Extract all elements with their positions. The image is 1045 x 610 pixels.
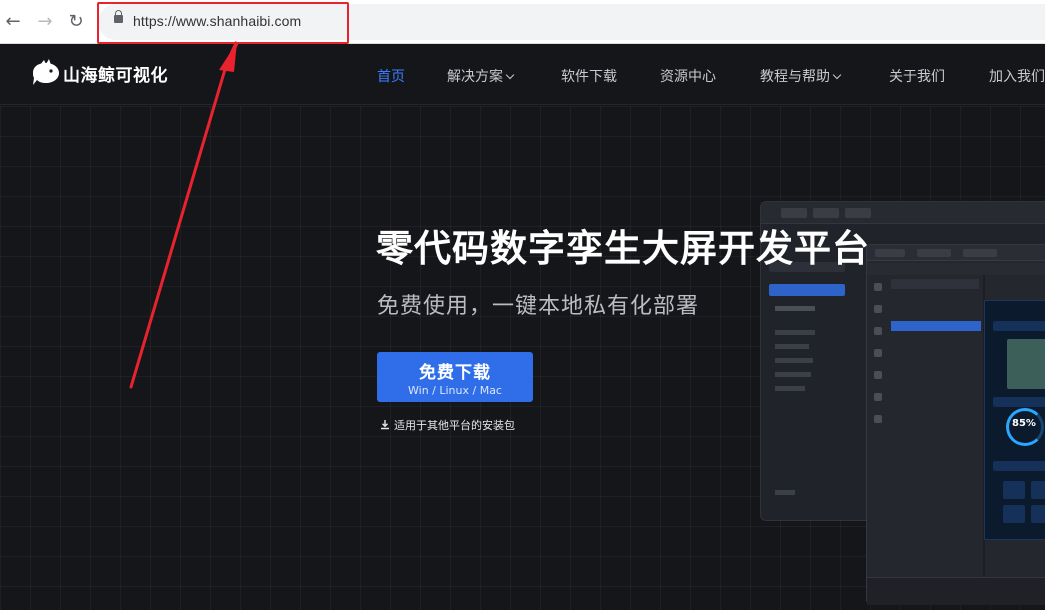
mock-footer [867,577,1045,605]
other-platforms-link[interactable]: 适用于其他平台的安装包 [380,417,515,433]
mock-icon [874,327,882,335]
mock-tab [917,249,951,257]
other-platforms-label: 适用于其他平台的安装包 [394,419,515,432]
free-download-button[interactable]: 免费下载 Win / Linux / Mac [377,352,533,402]
mock-stat [1003,505,1025,523]
nav-label: 解决方案 [447,69,503,85]
url-highlight-box [97,2,349,44]
mock-panel-title [993,321,1045,331]
mock-stat [1031,505,1045,523]
mock-line [775,330,815,335]
download-icon [381,420,389,430]
site-logo[interactable]: 山海鲸可视化 [31,57,168,89]
mock-tab [781,208,807,218]
chevron-down-icon [505,70,515,80]
reload-icon[interactable]: ↻ [64,10,88,34]
download-button-label: 免费下载 [419,363,491,383]
nav-label: 关于我们 [889,69,945,85]
mock-selected-row [891,321,981,331]
mock-tab [963,249,997,257]
mock-city-image [1007,339,1045,389]
nav-label: 资源中心 [660,69,716,85]
mock-stat [1031,481,1045,499]
download-platforms: Win / Linux / Mac [408,384,502,397]
mock-icon [874,283,882,291]
mock-line [775,344,809,349]
mock-line [775,372,811,377]
nav-join[interactable]: 加入我们 [989,66,1045,86]
mock-list-header [891,279,979,289]
whale-logo-icon [33,59,59,85]
mock-toolbar [867,263,1045,275]
mock-panel-title [993,397,1045,407]
nav-solutions[interactable]: 解决方案 [447,66,515,86]
nav-label: 教程与帮助 [760,69,830,85]
mock-icon [874,305,882,313]
logo-text: 山海鲸可视化 [63,65,168,86]
mock-icon [874,371,882,379]
nav-label: 加入我们 [989,69,1045,85]
mock-panel-title [993,461,1045,471]
mock-icon-column [870,275,888,535]
mock-line [775,386,805,391]
chevron-down-icon [832,70,842,80]
hero-subtitle: 免费使用，一键本地私有化部署 [377,294,700,319]
mock-line [775,358,813,363]
mock-stat [1003,481,1025,499]
hero-title: 零代码数字孪生大屏开发平台 [376,227,870,270]
nav-resources[interactable]: 资源中心 [660,66,716,86]
nav-label: 首页 [377,69,405,85]
progress-ring-value: 85% [1012,418,1036,429]
nav-about[interactable]: 关于我们 [889,66,945,86]
mock-tab [875,249,905,257]
nav-label: 软件下载 [561,69,617,85]
nav-tutorials[interactable]: 教程与帮助 [760,66,842,86]
mock-icon [874,349,882,357]
nav-home[interactable]: 首页 [377,66,405,86]
mock-selected-item [769,284,845,296]
back-icon[interactable]: ← [1,10,25,34]
mock-icon [874,415,882,423]
mock-tab [845,208,871,218]
mock-line [775,306,815,311]
mock-tab [813,208,839,218]
nav-download[interactable]: 软件下载 [561,66,617,86]
forward-icon[interactable]: → [33,10,57,34]
mock-line [775,490,795,495]
mock-icon [874,393,882,401]
